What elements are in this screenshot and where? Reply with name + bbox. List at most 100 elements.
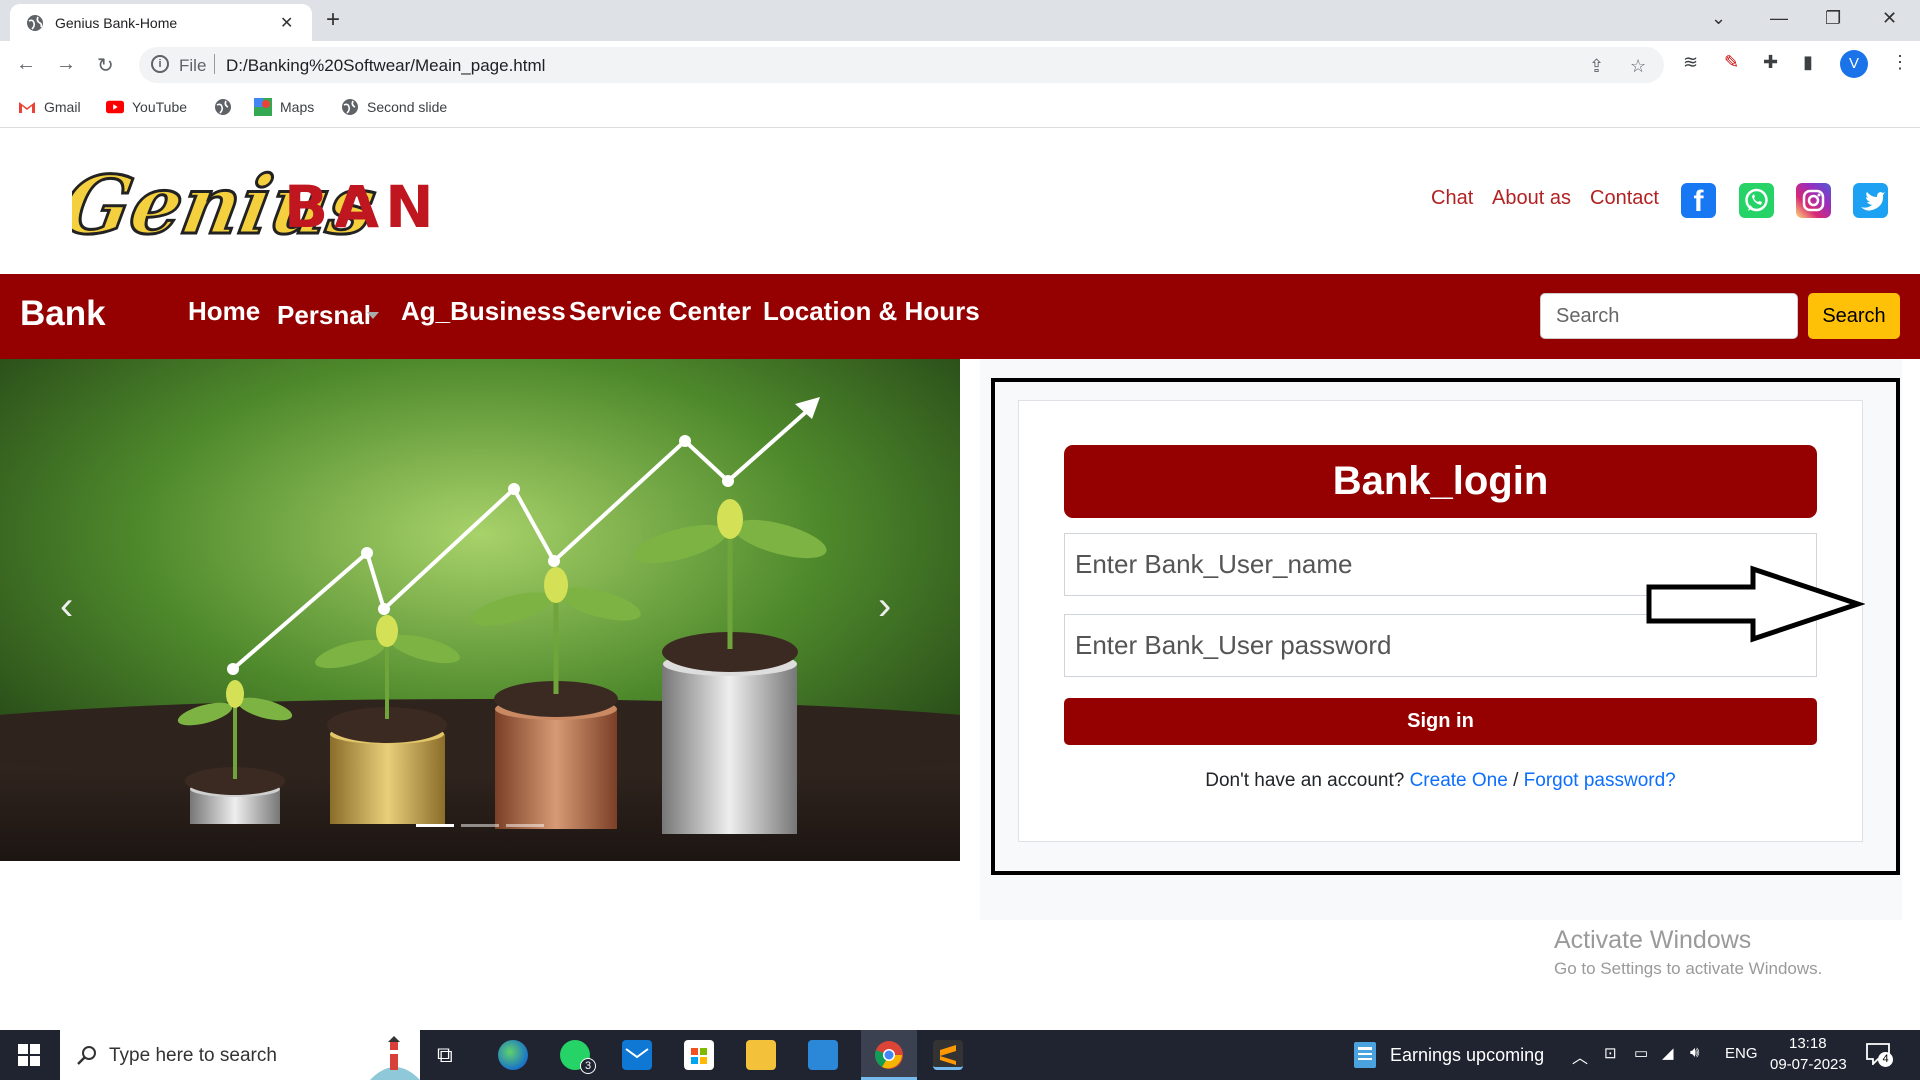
- volume-icon[interactable]: 🔊︎: [1690, 1044, 1699, 1061]
- bookmarks-bar: Gmail YouTube Maps Second slide: [0, 89, 1920, 128]
- clock-date[interactable]: 09-07-2023: [1770, 1056, 1847, 1073]
- tab-close-icon[interactable]: ✕: [280, 13, 293, 33]
- twitter-icon[interactable]: [1853, 183, 1888, 218]
- carousel-indicator[interactable]: [506, 824, 544, 827]
- battery-icon[interactable]: ▭: [1634, 1044, 1648, 1062]
- bookmark-second-slide[interactable]: Second slide: [341, 98, 447, 116]
- about-link[interactable]: About as: [1492, 187, 1571, 210]
- navbar-brand[interactable]: Bank: [20, 294, 106, 334]
- bookmark-label: YouTube: [132, 99, 188, 115]
- clock-time[interactable]: 13:18: [1789, 1035, 1827, 1052]
- tab-title: Genius Bank-Home: [55, 15, 178, 31]
- notification-center-icon[interactable]: 4: [1866, 1043, 1893, 1070]
- minimize-icon[interactable]: —: [1770, 8, 1788, 29]
- file-scheme-label: File: [179, 56, 207, 75]
- activate-windows-subtitle: Go to Settings to activate Windows.: [1554, 959, 1823, 978]
- sign-in-button[interactable]: Sign in: [1064, 698, 1817, 745]
- logo-image: Genius BANK: [53, 157, 484, 254]
- youtube-icon: [106, 100, 124, 114]
- annotation-arrow-icon: [1646, 565, 1865, 643]
- nav-service-center[interactable]: Service Center: [569, 296, 751, 327]
- microsoft-store-icon[interactable]: [684, 1040, 714, 1070]
- whatsapp-taskbar-icon[interactable]: 3: [560, 1040, 596, 1074]
- profile-avatar[interactable]: V: [1840, 50, 1868, 78]
- carousel-indicator[interactable]: [461, 824, 499, 827]
- meet-now-icon[interactable]: ⊡: [1604, 1044, 1617, 1062]
- navbar-search-input[interactable]: [1540, 293, 1798, 339]
- forgot-password-link[interactable]: Forgot password?: [1524, 770, 1676, 791]
- language-indicator[interactable]: ENG: [1725, 1045, 1758, 1062]
- carousel-indicator[interactable]: [416, 824, 454, 827]
- new-tab-icon[interactable]: +: [326, 6, 340, 34]
- sublime-text-icon[interactable]: [933, 1040, 963, 1070]
- bookmark-gmail[interactable]: Gmail: [18, 98, 81, 116]
- facebook-icon[interactable]: f: [1681, 183, 1716, 218]
- news-icon[interactable]: [1354, 1042, 1376, 1068]
- mail-icon[interactable]: [622, 1040, 652, 1070]
- bookmark-maps[interactable]: Maps: [254, 98, 314, 116]
- bookmark-label: Second slide: [367, 99, 448, 115]
- share-icon[interactable]: ⇪: [1589, 56, 1604, 77]
- bookmark-youtube[interactable]: YouTube: [106, 98, 187, 116]
- task-view-icon[interactable]: ⧉: [437, 1042, 453, 1068]
- taskbar-search-box[interactable]: Type here to search: [60, 1030, 420, 1080]
- nav-location-hours[interactable]: Location & Hours: [763, 296, 980, 327]
- bookmark-label: Maps: [280, 99, 315, 115]
- whatsapp-icon[interactable]: [1739, 183, 1774, 218]
- file-explorer-icon[interactable]: [746, 1040, 776, 1070]
- nav-home[interactable]: Home: [188, 296, 260, 327]
- windows-start-icon[interactable]: [18, 1044, 40, 1066]
- browser-tabstrip: Genius Bank-Home ✕ + ⌄ — ❐ ✕: [0, 0, 1920, 41]
- bookmark-globe[interactable]: [214, 98, 232, 116]
- nav-persnal-dropdown[interactable]: Persnal: [277, 300, 371, 331]
- dropdown-caret-icon[interactable]: [367, 312, 379, 319]
- bookmark-star-icon[interactable]: ☆: [1630, 56, 1646, 77]
- login-title: Bank_login: [1064, 445, 1817, 518]
- chrome-taskbar-active[interactable]: [861, 1030, 917, 1080]
- remote-desktop-icon[interactable]: [808, 1040, 838, 1070]
- globe-icon: [215, 99, 231, 115]
- news-widget-text[interactable]: Earnings upcoming: [1390, 1045, 1544, 1066]
- search-highlight-lighthouse-icon: [370, 1036, 420, 1080]
- extension-red-icon[interactable]: ✎: [1724, 52, 1739, 73]
- maps-icon: [254, 98, 272, 116]
- wifi-icon[interactable]: ◢: [1662, 1044, 1674, 1062]
- bookmark-label: Gmail: [44, 99, 81, 115]
- account-links: Don't have an account? Create One / Forg…: [1064, 770, 1817, 792]
- genius-bank-logo[interactable]: Genius BANK: [53, 145, 484, 261]
- notification-count-badge: 4: [1878, 1052, 1893, 1067]
- logo-block-text: BANK: [284, 173, 432, 241]
- navbar-search-button[interactable]: Search: [1808, 293, 1900, 339]
- instagram-icon[interactable]: [1796, 183, 1831, 218]
- extension-icon[interactable]: ≋: [1683, 52, 1698, 73]
- carousel-prev-icon[interactable]: ‹: [60, 584, 73, 629]
- hero-carousel: ‹ ›: [0, 359, 960, 861]
- menu-kebab-icon[interactable]: ⋮: [1891, 52, 1909, 73]
- chrome-icon: [875, 1041, 903, 1069]
- side-panel-icon[interactable]: ▮: [1803, 52, 1813, 73]
- tab-search-chevron-icon[interactable]: ⌄: [1711, 8, 1726, 29]
- back-icon[interactable]: ←: [16, 53, 36, 76]
- globe-icon: [27, 15, 43, 31]
- link-divider: /: [1513, 770, 1519, 791]
- reload-icon[interactable]: ↻: [97, 53, 114, 78]
- browser-tab[interactable]: Genius Bank-Home ✕: [10, 4, 312, 41]
- nav-ag-business[interactable]: Ag_Business: [401, 296, 566, 327]
- create-account-link[interactable]: Create One: [1410, 770, 1508, 791]
- maximize-icon[interactable]: ❐: [1825, 8, 1841, 29]
- chat-link[interactable]: Chat: [1431, 187, 1473, 210]
- contact-link[interactable]: Contact: [1590, 187, 1659, 210]
- puzzle-extensions-icon[interactable]: ✚: [1763, 52, 1778, 73]
- edge-browser-icon[interactable]: [498, 1040, 528, 1070]
- close-window-icon[interactable]: ✕: [1882, 8, 1897, 29]
- main-navbar: Bank Home Persnal Ag_Business Service Ce…: [0, 274, 1920, 359]
- globe-icon: [342, 99, 358, 115]
- forward-icon[interactable]: →: [56, 53, 76, 76]
- carousel-next-icon[interactable]: ›: [878, 584, 891, 629]
- show-hidden-icons[interactable]: ︿: [1572, 1044, 1588, 1068]
- activate-windows-title: Activate Windows: [1554, 926, 1752, 954]
- site-info-icon[interactable]: i: [151, 55, 169, 73]
- search-icon: [77, 1046, 96, 1065]
- address-bar[interactable]: i File D:/Banking%20Softwear/Meain_page.…: [139, 47, 1664, 83]
- url-text[interactable]: D:/Banking%20Softwear/Meain_page.html: [226, 56, 545, 76]
